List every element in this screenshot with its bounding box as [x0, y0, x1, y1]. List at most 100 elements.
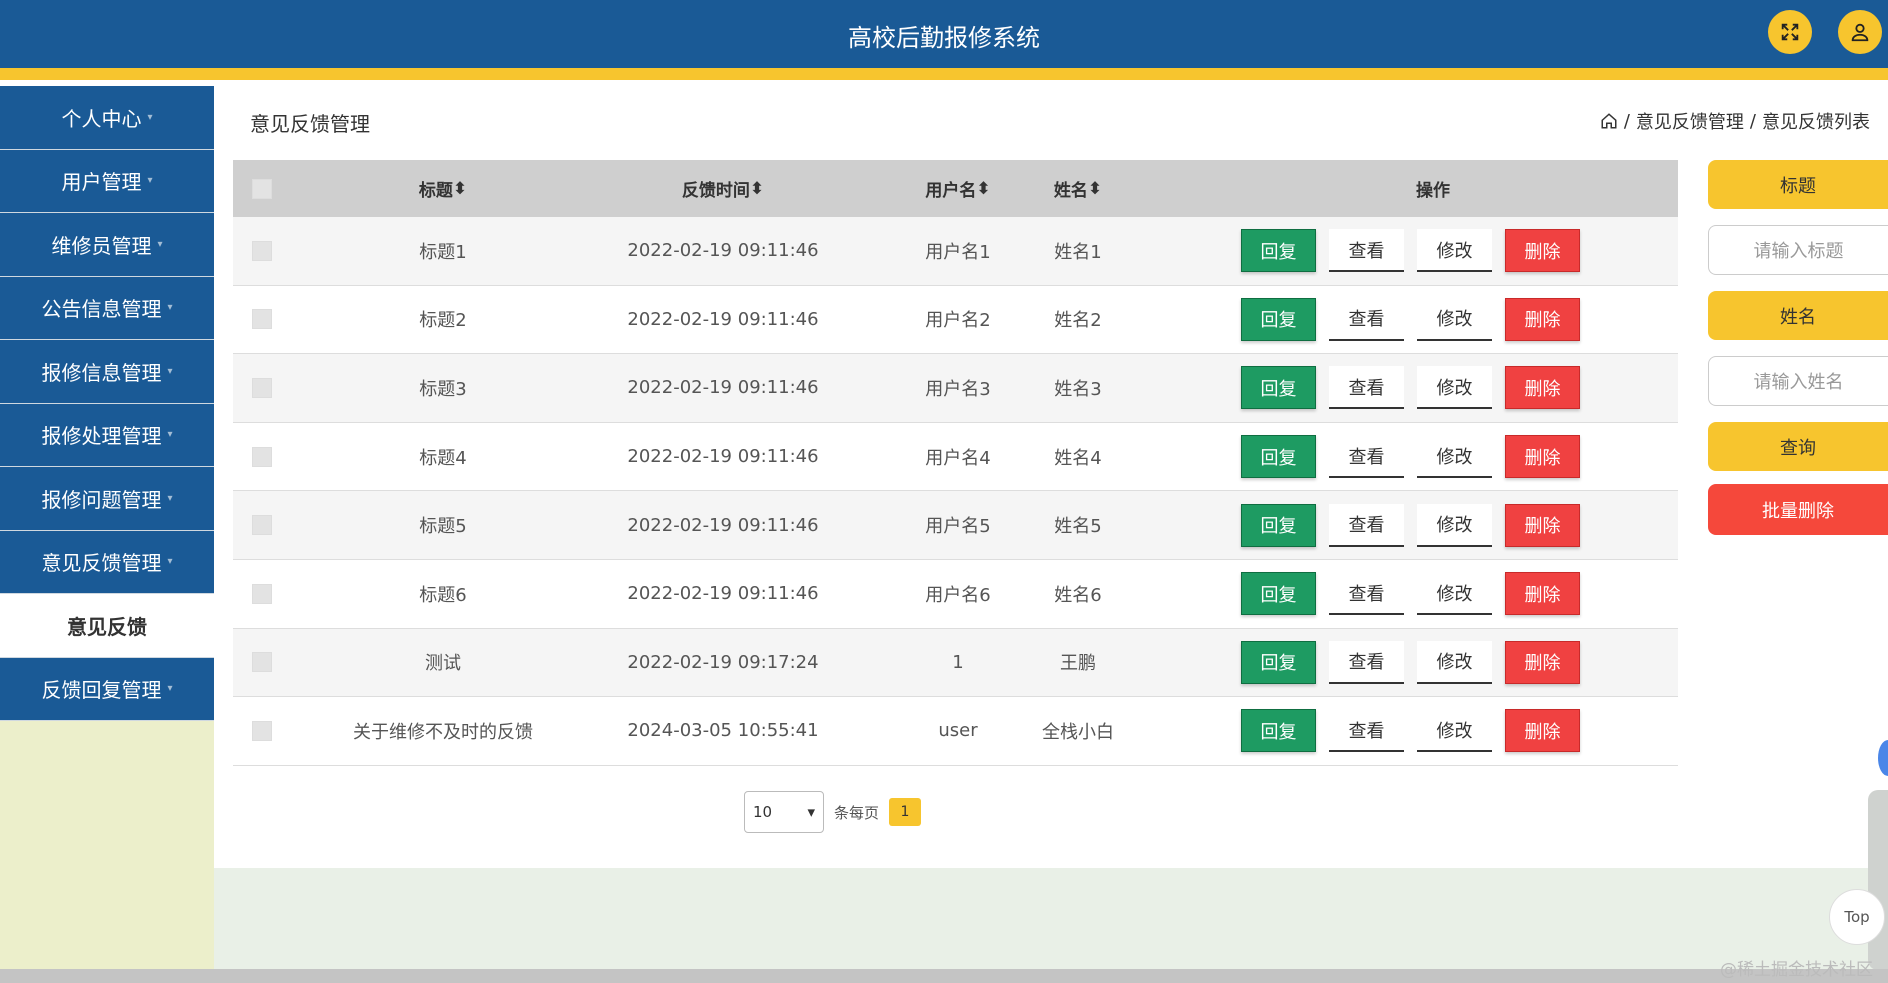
caret-down-icon: ▾ [147, 175, 153, 187]
view-button[interactable]: 查看 [1329, 435, 1404, 479]
view-button[interactable]: 查看 [1329, 572, 1404, 616]
cell-user: user [938, 720, 978, 742]
home-icon[interactable] [1600, 112, 1618, 130]
edit-button[interactable]: 修改 [1417, 640, 1492, 684]
cell-title: 测试 [425, 653, 461, 675]
pagination: 10 ▾ 条每页 1 [744, 791, 922, 833]
row-checkbox[interactable] [252, 652, 272, 673]
table-header: 标题 ⬍ 反馈时间 ⬍ 用户名 ⬍ 姓名 ⬍ 操作 [233, 160, 1678, 217]
sidebar-item[interactable]: 意见反馈管理 ▾ [0, 530, 214, 594]
page-size-select[interactable]: 10 ▾ [744, 791, 824, 833]
row-checkbox[interactable] [252, 377, 272, 398]
reply-button[interactable]: 回复 [1241, 229, 1316, 273]
cell-user: 1 [952, 651, 964, 673]
caret-down-icon: ▾ [167, 556, 173, 568]
table-row: 标题6 2022-02-19 09:11:46 用户名6 姓名6 回复 查看 修改 删除 [233, 560, 1678, 629]
col-time-header[interactable]: 反馈时间 ⬍ [563, 160, 883, 217]
reply-button[interactable]: 回复 [1241, 366, 1316, 410]
edit-button[interactable]: 修改 [1417, 503, 1492, 547]
search-name-input[interactable]: 请输入姓名 [1708, 356, 1888, 406]
breadcrumb-item[interactable]: 意见反馈管理 [1636, 108, 1744, 134]
sort-icon: ⬍ [452, 178, 468, 199]
row-checkbox-cell [249, 286, 275, 354]
sidebar-item[interactable]: 意见反馈 [0, 594, 214, 658]
cell-time: 2022-02-19 09:11:46 [627, 446, 819, 468]
view-button[interactable]: 查看 [1329, 229, 1404, 273]
col-user-header[interactable]: 用户名 ⬍ [893, 160, 1023, 217]
reply-button[interactable]: 回复 [1241, 572, 1316, 616]
col-title-header[interactable]: 标题 ⬍ [313, 160, 573, 217]
feedback-table: 标题 ⬍ 反馈时间 ⬍ 用户名 ⬍ 姓名 ⬍ 操作 标题1 2022-02-19 09:1… [233, 160, 1678, 766]
user-menu-button[interactable] [1838, 10, 1882, 54]
row-checkbox-cell [249, 629, 275, 697]
floating-side-widget[interactable] [1868, 790, 1888, 970]
sidebar-item-label: 报修处理管理 [41, 424, 162, 449]
app-title: 高校后勤报修系统 [848, 24, 1040, 52]
row-checkbox[interactable] [252, 720, 272, 741]
chevron-down-icon: ▾ [807, 803, 815, 821]
reply-button[interactable]: 回复 [1241, 503, 1316, 547]
edit-button[interactable]: 修改 [1417, 709, 1492, 753]
fullscreen-button[interactable] [1768, 10, 1812, 54]
sidebar-item-label: 个人中心 [61, 106, 142, 131]
sidebar-item[interactable]: 用户管理 ▾ [0, 149, 214, 213]
delete-button[interactable]: 删除 [1505, 297, 1580, 341]
view-button[interactable]: 查看 [1329, 640, 1404, 684]
reply-button[interactable]: 回复 [1241, 435, 1316, 479]
delete-button[interactable]: 删除 [1505, 572, 1580, 616]
back-to-top-button[interactable]: Top [1829, 889, 1885, 945]
row-checkbox[interactable] [252, 240, 272, 261]
query-button[interactable]: 查询 [1708, 422, 1888, 471]
cell-title: 标题4 [419, 447, 467, 469]
sort-icon: ⬍ [749, 178, 765, 199]
cell-user: 用户名3 [925, 378, 991, 400]
reply-button[interactable]: 回复 [1241, 640, 1316, 684]
edit-button[interactable]: 修改 [1417, 435, 1492, 479]
delete-button[interactable]: 删除 [1505, 640, 1580, 684]
view-button[interactable]: 查看 [1329, 503, 1404, 547]
edit-button[interactable]: 修改 [1417, 366, 1492, 410]
edit-button[interactable]: 修改 [1417, 572, 1492, 616]
sidebar: 个人中心 ▾ 用户管理 ▾ 维修员管理 ▾ 公告信息管理 ▾ 报修信息管理 ▾ 报修处理管理 ▾ 报修问… [0, 86, 214, 969]
reply-button[interactable]: 回复 [1241, 297, 1316, 341]
cell-ops: 回复 查看 修改 删除 [1233, 560, 1633, 628]
sidebar-item[interactable]: 反馈回复管理 ▾ [0, 657, 214, 721]
breadcrumb-item: 意见反馈列表 [1762, 112, 1870, 133]
batch-delete-button[interactable]: 批量删除 [1708, 484, 1888, 535]
col-name-label: 姓名 [1053, 181, 1088, 201]
cell-time: 2022-02-19 09:11:46 [627, 583, 819, 605]
col-name-header[interactable]: 姓名 ⬍ [1023, 160, 1133, 217]
sidebar-item[interactable]: 报修问题管理 ▾ [0, 467, 214, 531]
view-button[interactable]: 查看 [1329, 297, 1404, 341]
search-title-input[interactable]: 请输入标题 [1708, 225, 1888, 275]
row-checkbox[interactable] [252, 515, 272, 536]
cell-ops: 回复 查看 修改 删除 [1233, 629, 1633, 697]
cell-user: 用户名2 [925, 310, 991, 332]
edit-button[interactable]: 修改 [1417, 297, 1492, 341]
col-user-label: 用户名 [925, 181, 977, 201]
delete-button[interactable]: 删除 [1505, 435, 1580, 479]
delete-button[interactable]: 删除 [1505, 503, 1580, 547]
delete-button[interactable]: 删除 [1505, 229, 1580, 273]
col-time-label: 反馈时间 [681, 181, 750, 201]
sidebar-item[interactable]: 报修处理管理 ▾ [0, 403, 214, 467]
delete-button[interactable]: 删除 [1505, 709, 1580, 753]
sidebar-item[interactable]: 个人中心 ▾ [0, 86, 214, 150]
delete-button[interactable]: 删除 [1505, 366, 1580, 410]
sidebar-item[interactable]: 公告信息管理 ▾ [0, 276, 214, 340]
row-checkbox[interactable] [252, 446, 272, 467]
row-checkbox[interactable] [252, 583, 272, 604]
top-navbar: 高校后勤报修系统 [0, 0, 1888, 68]
horizontal-scrollbar[interactable] [0, 969, 1888, 983]
select-all-checkbox[interactable] [252, 178, 272, 199]
sidebar-item[interactable]: 维修员管理 ▾ [0, 213, 214, 277]
reply-button[interactable]: 回复 [1241, 709, 1316, 753]
page-title: 意见反馈管理 [250, 112, 370, 136]
view-button[interactable]: 查看 [1329, 366, 1404, 410]
table-row: 标题5 2022-02-19 09:11:46 用户名5 姓名5 回复 查看 修改 删除 [233, 491, 1678, 560]
sidebar-item[interactable]: 报修信息管理 ▾ [0, 340, 214, 404]
edit-button[interactable]: 修改 [1417, 229, 1492, 273]
page-number-current[interactable]: 1 [889, 798, 922, 826]
view-button[interactable]: 查看 [1329, 709, 1404, 753]
row-checkbox[interactable] [252, 309, 272, 330]
